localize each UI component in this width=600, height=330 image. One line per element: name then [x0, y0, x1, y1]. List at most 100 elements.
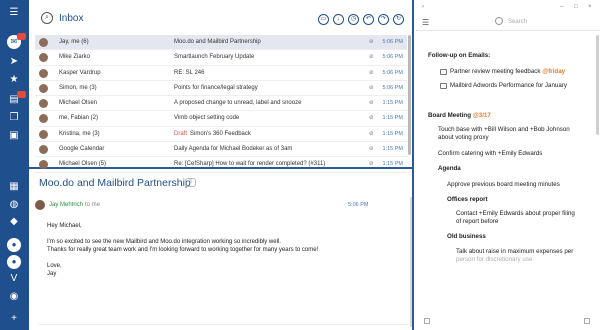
message-header[interactable]: Jay Mehtrich to me 5:06 PM	[29, 198, 412, 212]
send-icon[interactable]: ➤	[7, 55, 21, 69]
email-time: 5:06 PM	[382, 54, 403, 61]
fade-overlay	[416, 252, 600, 312]
email-time: 1:15 PM	[382, 161, 403, 168]
search-icon	[495, 17, 503, 25]
reader-scrollbar[interactable]	[410, 197, 412, 327]
task-item[interactable]: Mailbird Adwords Performance for January	[450, 82, 567, 89]
attachment-icon: ⊘	[369, 69, 374, 76]
table-row[interactable]: Kristina, me (3) Draft Simon's 360 Feedbac…	[35, 127, 407, 143]
twitter-icon[interactable]: ◆	[7, 215, 21, 229]
archive-icon[interactable]: ▭	[318, 14, 329, 25]
email-sender: Michael Olsen	[59, 100, 98, 107]
documents-icon[interactable]: ❐	[7, 111, 21, 125]
star-icon[interactable]: ★	[7, 73, 21, 87]
menu-icon[interactable]: ☰	[7, 6, 21, 20]
attachment-icon: ⊘	[369, 100, 374, 107]
email-sender: Simon, me (3)	[59, 84, 97, 91]
email-list: Jay, me (6) Moo.do and Mailbird Partnersh…	[35, 35, 407, 173]
table-row[interactable]: Mike Ziarko Smartlaunch February Update ⊘ 5…	[35, 50, 407, 66]
table-row[interactable]: Michael Olsen A proposed change to unread…	[35, 96, 407, 112]
task-item[interactable]: Approve previous board meeting minutes	[447, 181, 560, 188]
task-section-heading[interactable]: Agenda	[438, 165, 461, 172]
email-subject-text: RE: SL 246	[174, 69, 205, 76]
archive-box-icon[interactable]: ▣	[7, 129, 21, 143]
task-item[interactable]: Partner review meeting feedback @friday	[450, 68, 565, 75]
vimeo-icon[interactable]: V	[7, 272, 21, 286]
forward-icon[interactable]: ↷	[378, 14, 389, 25]
clock-icon[interactable]: ◷	[348, 14, 359, 25]
email-sender: Mike Ziarko	[59, 54, 91, 61]
task-text: Partner review meeting feedback	[450, 68, 541, 75]
expand-icon[interactable]: ≡	[185, 178, 196, 187]
reply-icon[interactable]: ↶	[363, 14, 374, 25]
calendar-icon[interactable]: ▦	[7, 180, 21, 194]
table-row[interactable]: me, Fabian (2) Vimb object setting code ⊘ 1…	[35, 111, 407, 127]
task-section-heading[interactable]: Offices report	[447, 196, 488, 203]
email-time: 5:06 PM	[382, 69, 403, 76]
task-item[interactable]: Confirm catering with +Emily Edwards	[438, 150, 542, 157]
task-tag[interactable]: @friday	[542, 68, 565, 75]
task-item[interactable]: Touch base with +Bill Wilson and +Bob Jo…	[438, 126, 570, 133]
email-subject: Draft Simon's 360 Feedback	[174, 131, 251, 137]
minimize-icon[interactable]: –	[560, 4, 563, 10]
email-subject-text: Daily Agenda for Michael Bodeker as of 3…	[174, 146, 293, 153]
task-section-heading[interactable]: Old business	[447, 233, 486, 240]
table-row[interactable]: Simon, me (3) Points for finance/legal st…	[35, 81, 407, 97]
moodo-icon[interactable]: ●	[7, 255, 21, 269]
followup-heading: Follow-up on Emails:	[428, 52, 491, 59]
email-subject: RE: SL 246	[174, 70, 204, 76]
avatar	[39, 68, 48, 78]
email-sender: me, Fabian (2)	[59, 115, 99, 122]
email-subject-text: A proposed change to unread, label and s…	[174, 100, 302, 107]
mail-checkbox-icon[interactable]	[440, 83, 447, 89]
draft-label: Draft	[174, 130, 188, 137]
message-time: 5:06 PM	[348, 202, 369, 208]
avatar	[39, 99, 48, 109]
email-time: 1:15 PM	[382, 146, 403, 153]
inbox-scrollbar[interactable]	[408, 35, 411, 155]
table-row[interactable]: Google Calendar Daily Agenda for Michael …	[35, 142, 407, 158]
chat-icon[interactable]: ◍	[7, 198, 21, 212]
maximize-icon[interactable]: □	[574, 4, 578, 10]
tasks-scrollbar[interactable]	[596, 35, 599, 135]
table-row[interactable]: Jay, me (6) Moo.do and Mailbird Partnersh…	[35, 35, 407, 51]
task-item[interactable]: Contact +Emily Edwards about proper fili…	[456, 210, 575, 217]
email-sender: Jay, me (6)	[59, 39, 89, 45]
email-subject-text: Points for finance/legal strategy	[174, 84, 258, 91]
app-icon[interactable]: ●	[7, 238, 21, 252]
refresh-icon[interactable]: ↻	[393, 14, 404, 25]
email-time: 1:15 PM	[382, 100, 403, 107]
email-sender: Google Calendar	[59, 146, 105, 153]
meeting-heading[interactable]: Board Meeting @3/17	[428, 112, 491, 119]
download-icon[interactable]: ↓	[333, 14, 344, 25]
sender-name: Jay Mehtrich	[49, 202, 84, 208]
task-item[interactable]: about voting proxy	[438, 134, 489, 141]
whatsapp-icon[interactable]: ◉	[7, 290, 21, 304]
message-sender: Jay Mehtrich to me	[49, 202, 100, 208]
email-subject-text: Simon's 360 Feedback	[190, 130, 251, 137]
list-menu-icon[interactable]: ☰	[422, 18, 429, 27]
table-row[interactable]: Kasper Vardrup RE: SL 246 ⊘ 5:06 PM	[35, 66, 407, 81]
email-subject: A proposed change to unread, label and s…	[174, 100, 301, 106]
task-search-bar[interactable]: ☰ Search	[416, 14, 600, 31]
body-line: I'm so excited to see the new Mailbird a…	[47, 239, 281, 245]
collapse-icon[interactable]: ›	[422, 4, 424, 10]
close-icon[interactable]: ×	[588, 4, 592, 10]
email-time: 1:15 PM	[382, 115, 403, 122]
task-search-input[interactable]: Search	[508, 19, 527, 25]
inbox-panel: ⌕ Inbox ▭ ↓ ◷ ↶ ↷ ↻ Jay, me (6) Moo.do an…	[29, 0, 414, 173]
add-task-icon[interactable]	[424, 318, 430, 324]
email-subject: Daily Agenda for Michael Bodeker as of 3…	[174, 146, 292, 152]
mail-checkbox-icon[interactable]	[440, 69, 447, 75]
attachment-icon: ⊘	[369, 54, 374, 61]
recipient-label: to me	[85, 202, 101, 208]
folder-count-badge	[17, 91, 26, 98]
reading-pane: Moo.do and Mailbird Partnership ≡ Jay Me…	[29, 169, 414, 330]
attachment-icon: ⊘	[369, 39, 374, 45]
meeting-date-tag[interactable]: @3/17	[473, 112, 491, 119]
search-icon[interactable]: ⌕	[41, 12, 53, 24]
email-subject: Re: [CefSharp] How to wait for render co…	[174, 161, 325, 167]
settings-icon[interactable]	[584, 318, 590, 324]
add-app-icon[interactable]: +	[7, 312, 21, 326]
task-item[interactable]: of report before	[456, 218, 498, 225]
